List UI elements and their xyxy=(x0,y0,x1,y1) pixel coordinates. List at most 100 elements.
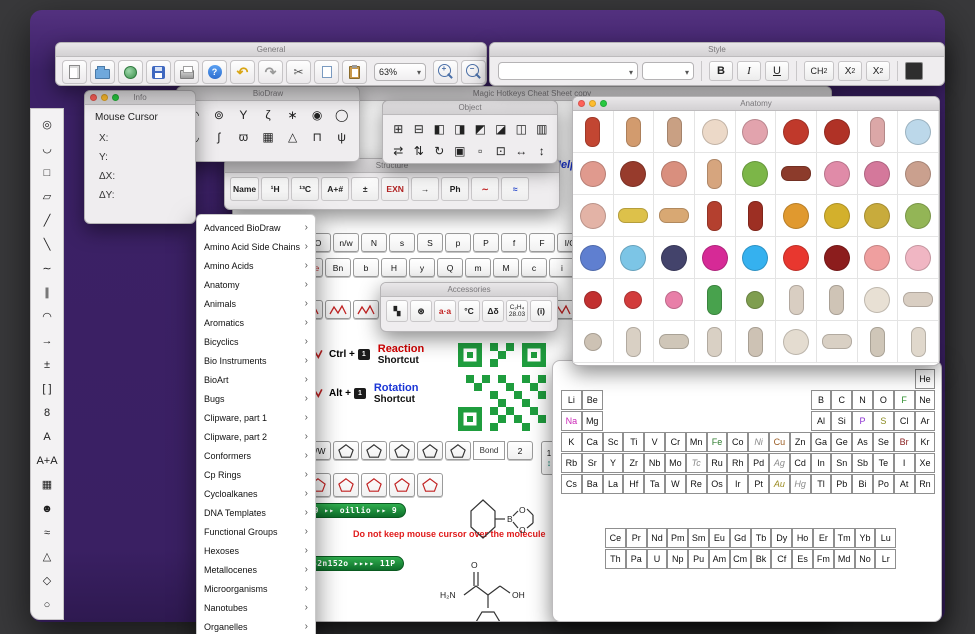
traffic-light-icon[interactable] xyxy=(600,100,607,107)
element-cell[interactable]: Pr xyxy=(626,528,647,548)
distribute-icon[interactable]: ▥ xyxy=(532,118,553,140)
anatomy-item[interactable] xyxy=(898,321,939,363)
element-cell[interactable]: In xyxy=(811,453,832,473)
element-cell[interactable]: Yb xyxy=(855,528,876,548)
new-document-button[interactable] xyxy=(62,60,87,84)
flip-vertical-icon[interactable]: ⇅ xyxy=(409,140,430,162)
cut-button[interactable] xyxy=(286,60,311,84)
element-cell[interactable]: Be xyxy=(582,390,603,410)
zoom-in-button[interactable] xyxy=(433,60,458,84)
align-left-icon[interactable]: ◧ xyxy=(429,118,450,140)
element-cell[interactable]: Pt xyxy=(748,474,769,494)
element-cell[interactable]: Bk xyxy=(751,549,772,569)
element-cell[interactable]: Np xyxy=(667,549,688,569)
ring-tool[interactable]: ○ xyxy=(34,593,60,617)
anatomy-item[interactable] xyxy=(776,153,817,195)
element-cell[interactable]: Co xyxy=(727,432,748,452)
eraser-tool[interactable]: ▱ xyxy=(34,185,60,209)
element-cell[interactable]: Cu xyxy=(769,432,790,452)
menu-item[interactable]: Organelles xyxy=(197,617,315,634)
menu-item[interactable]: Anatomy xyxy=(197,275,315,294)
anatomy-item[interactable] xyxy=(695,279,736,321)
anatomy-item[interactable] xyxy=(695,195,736,237)
element-cell[interactable]: Po xyxy=(873,474,894,494)
element-cell[interactable]: Sb xyxy=(852,453,873,473)
element-cell[interactable]: Pm xyxy=(667,528,688,548)
anatomy-item[interactable] xyxy=(573,279,614,321)
anatomy-item[interactable] xyxy=(573,321,614,363)
anatomy-item[interactable] xyxy=(654,279,695,321)
element-cell[interactable]: Zr xyxy=(623,453,644,473)
object-palette-titlebar[interactable]: Object xyxy=(383,101,557,115)
element-cell[interactable]: Li xyxy=(561,390,582,410)
element-cell[interactable]: Ni xyxy=(748,432,769,452)
triangle-tool[interactable]: △ xyxy=(34,545,60,569)
hotkey-key[interactable]: b xyxy=(353,258,379,277)
anatomy-item[interactable] xyxy=(654,195,695,237)
anatomy-item[interactable] xyxy=(614,237,655,279)
pencil-tool[interactable]: ╱ xyxy=(34,209,60,233)
element-cell[interactable]: Bi xyxy=(852,474,873,494)
element-cell[interactable]: No xyxy=(855,549,876,569)
element-cell[interactable]: Es xyxy=(792,549,813,569)
open-button[interactable] xyxy=(90,60,115,84)
anatomy-item[interactable] xyxy=(898,111,939,153)
menu-item[interactable]: Clipware, part 1 xyxy=(197,408,315,427)
traffic-light-icon[interactable] xyxy=(101,94,108,101)
anatomy-item[interactable] xyxy=(817,111,858,153)
chemical-shift-button[interactable]: Δδ xyxy=(482,300,504,322)
element-cell[interactable]: Ba xyxy=(582,474,603,494)
anatomy-item[interactable] xyxy=(858,279,899,321)
temperature-button[interactable]: °C xyxy=(458,300,480,322)
pointer-cluster-button[interactable]: ▚ xyxy=(386,300,408,322)
orbital-tool[interactable]: 8 xyxy=(34,401,60,425)
save-button[interactable] xyxy=(146,60,171,84)
anatomy-item[interactable] xyxy=(898,195,939,237)
send-back-icon[interactable]: ▫ xyxy=(470,140,491,162)
element-cell[interactable]: Pb xyxy=(831,474,852,494)
element-cell[interactable]: Sm xyxy=(688,528,709,548)
align-top-icon[interactable]: ◩ xyxy=(470,118,491,140)
anatomy-item[interactable] xyxy=(776,195,817,237)
element-cell[interactable]: Pd xyxy=(748,453,769,473)
hotkey-key[interactable]: F xyxy=(529,233,555,252)
element-cell[interactable]: Cm xyxy=(730,549,751,569)
element-cell[interactable]: Sc xyxy=(603,432,624,452)
element-cell[interactable]: Sn xyxy=(831,453,852,473)
bond-order-key[interactable]: 2 xyxy=(507,441,533,460)
menu-item[interactable]: Bicyclics xyxy=(197,332,315,351)
element-cell[interactable]: Se xyxy=(873,432,894,452)
anatomy-item[interactable] xyxy=(898,153,939,195)
traffic-light-icon[interactable] xyxy=(112,94,119,101)
anatomy-item[interactable] xyxy=(695,111,736,153)
rotate-icon[interactable]: ↻ xyxy=(429,140,450,162)
bring-front-icon[interactable]: ▣ xyxy=(450,140,471,162)
anatomy-item[interactable] xyxy=(776,321,817,363)
element-cell[interactable]: Er xyxy=(813,528,834,548)
anatomy-item[interactable] xyxy=(573,111,614,153)
hotkey-key[interactable]: P xyxy=(473,233,499,252)
atom-number-button[interactable]: A+# xyxy=(321,177,349,201)
element-cell[interactable]: Nd xyxy=(647,528,668,548)
hotkey-key[interactable]: S xyxy=(417,233,443,252)
helix-icon[interactable]: ζ xyxy=(256,104,281,126)
subscript-button[interactable]: X2 xyxy=(838,61,862,81)
font-family-select[interactable] xyxy=(498,62,638,80)
anatomy-item[interactable] xyxy=(614,111,655,153)
font-size-select[interactable] xyxy=(642,62,694,80)
pentagon-template-key[interactable] xyxy=(417,441,443,460)
element-cell[interactable]: Mg xyxy=(582,411,603,431)
element-cell[interactable]: Lr xyxy=(875,549,896,569)
element-cell[interactable]: Mn xyxy=(686,432,707,452)
element-cell[interactable]: K xyxy=(561,432,582,452)
pentagon-template-key[interactable] xyxy=(333,441,359,460)
red-pentagon-key[interactable] xyxy=(361,473,387,497)
anatomy-item[interactable] xyxy=(817,321,858,363)
element-cell[interactable]: W xyxy=(665,474,686,494)
element-cell[interactable]: Ru xyxy=(707,453,728,473)
element-cell[interactable]: C xyxy=(831,390,852,410)
superscript-button[interactable]: X2 xyxy=(866,61,890,81)
templates-button[interactable] xyxy=(118,60,143,84)
element-cell[interactable]: Nb xyxy=(644,453,665,473)
element-cell[interactable]: Pu xyxy=(688,549,709,569)
